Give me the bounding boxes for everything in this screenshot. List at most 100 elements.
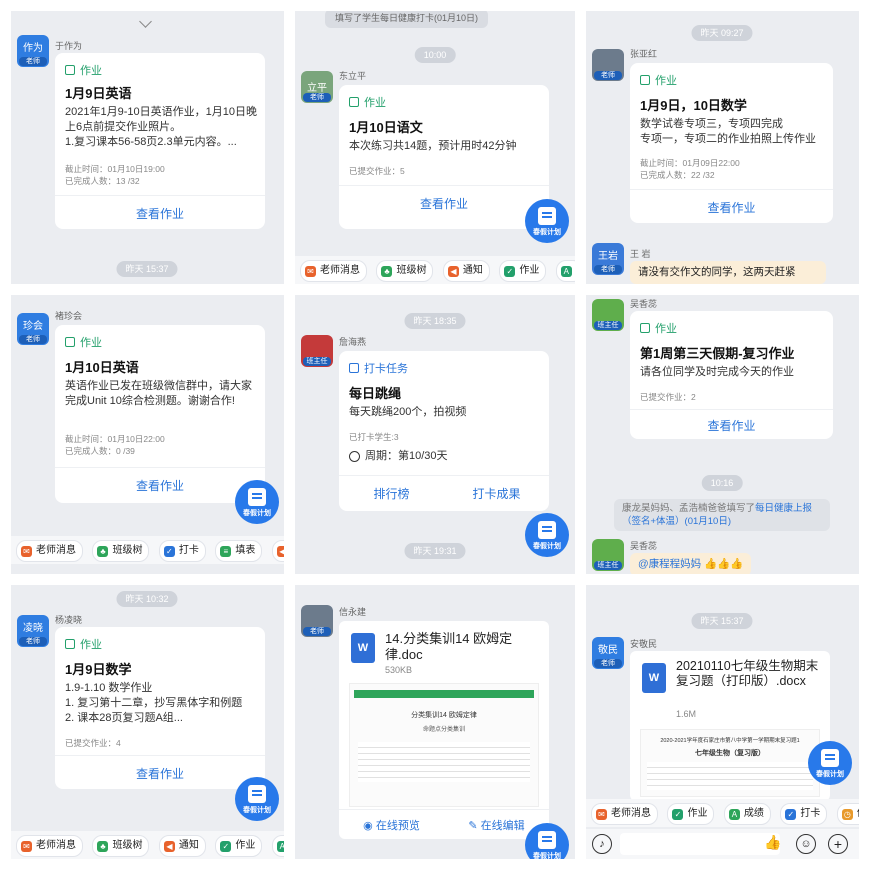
health-checkin-notice[interactable]: 填写了学生每日健康打卡(01月10日) — [325, 11, 489, 28]
toolbar-notice[interactable]: ◀ 通知 — [158, 835, 206, 857]
message-input[interactable] — [620, 833, 780, 855]
document-preview[interactable]: 分类集训14 欧姆定律 命题点分类集训 — [349, 683, 539, 807]
message-icon: ✉ — [305, 266, 316, 277]
toolbar-teacher-message[interactable]: ✉ 老师消息 — [16, 540, 83, 562]
view-homework-button[interactable]: 查看作业 — [630, 199, 833, 216]
word-file-icon: W — [351, 633, 375, 663]
spring-plan-badge[interactable]: 春假计划 — [525, 823, 569, 859]
avatar[interactable]: 班主任 — [301, 335, 333, 367]
doc-title: 分类集训14 欧姆定律 — [411, 712, 477, 719]
toolbar-class-tree[interactable]: ♣ 班级树 — [92, 540, 150, 562]
spring-plan-badge[interactable]: 春假计划 — [235, 480, 279, 524]
avatar[interactable]: 班主任 — [592, 539, 624, 571]
timestamp: 昨天 09:27 — [691, 25, 753, 41]
avatar[interactable]: 老师 — [301, 605, 333, 637]
checkin-results-button[interactable]: 打卡成果 — [444, 485, 549, 502]
view-homework-button[interactable]: 查看作业 — [55, 205, 265, 222]
homework-icon — [65, 639, 75, 649]
leaderboard-button[interactable]: 排行榜 — [339, 485, 444, 502]
toolbar-notice[interactable]: ◀ 通知 — [442, 260, 490, 282]
spring-plan-badge[interactable]: 春假计划 — [235, 777, 279, 821]
file-name: 14.分类集训14 欧姆定律.doc — [385, 631, 513, 662]
card-body: 2021年1月9-10日英语作业，1月10日晚上6点前提交作业照片。 1.复习课… — [65, 106, 257, 148]
toolbar-homework[interactable]: ✓ 作业 — [215, 835, 263, 857]
plus-icon[interactable]: + — [828, 834, 848, 854]
homework-icon — [65, 337, 75, 347]
tree-icon: ♣ — [381, 266, 393, 277]
file-card[interactable]: W 14.分类集训14 欧姆定律.doc 530KB 分类集训14 欧姆定律 命… — [339, 621, 549, 839]
checkin-task-card[interactable]: 打卡任务 每日跳绳 每天跳绳200个，拍视频 已打卡学生:3 周期：第10/30… — [339, 351, 549, 511]
toolbar-checkin[interactable]: ✓ 打卡 — [780, 803, 828, 825]
file-card[interactable]: W 20210110七年级生物期末复习题（打印版）.docx 1.6M 2020… — [630, 651, 830, 801]
timestamp: 昨天 19:31 — [404, 543, 466, 559]
toolbar-class-tree[interactable]: ♣ 班级树 — [376, 260, 434, 282]
toolbar-duty[interactable]: ◷值 — [836, 803, 859, 825]
avatar[interactable]: 敬民 老师 — [592, 637, 624, 669]
avatar[interactable]: 凌晓 老师 — [17, 615, 49, 647]
toolbar-more[interactable]: ◀ — [271, 540, 284, 562]
sender-name: 褚珍会 — [55, 311, 83, 321]
homework-icon — [640, 323, 650, 333]
eye-icon: ◉ — [363, 820, 376, 832]
homework-card[interactable]: 作业 1月10日语文 本次练习共14题，预计用时42分钟 已提交作业：5 查看作… — [339, 85, 549, 229]
collapse-chevron-icon[interactable] — [139, 15, 152, 28]
doc-text-lines — [358, 742, 530, 782]
spring-plan-badge[interactable]: 春假计划 — [525, 199, 569, 243]
card-type: 作业 — [640, 320, 677, 336]
document-preview[interactable]: 2020-2021学年度石家庄市第八中学第一学期期末复习题1 七年级生物（复习版… — [640, 729, 820, 797]
card-type: 作业 — [65, 334, 102, 350]
sender-name: 杨凌晓 — [55, 615, 83, 625]
voice-icon[interactable]: ♪ — [592, 834, 612, 854]
homework-card[interactable]: 作业 1月9日，10日数学 数学试卷专项三，专项四完成 专项一，专项二的作业拍照… — [630, 63, 833, 223]
timestamp: 10:16 — [701, 475, 743, 491]
clock-icon: ◷ — [841, 809, 853, 820]
homework-card[interactable]: 作业 1月9日英语 2021年1月9-10日英语作业，1月10日晚上6点前提交作… — [55, 53, 265, 229]
avatar[interactable]: 班主任 — [592, 299, 624, 331]
thumbs-up-icon[interactable]: 👍 — [764, 834, 781, 851]
avatar[interactable]: 珍会 老师 — [17, 313, 49, 345]
homework-icon — [65, 65, 75, 75]
toolbar-grades[interactable]: A 成绩 — [723, 803, 771, 825]
divider — [630, 189, 833, 190]
timestamp: 昨天 15:37 — [691, 613, 753, 629]
view-homework-button[interactable]: 查看作业 — [55, 765, 265, 782]
spring-plan-badge[interactable]: 春假计划 — [808, 741, 852, 785]
plan-icon — [538, 521, 556, 539]
view-homework-button[interactable]: 查看作业 — [630, 417, 833, 434]
spring-plan-badge[interactable]: 春假计划 — [525, 513, 569, 557]
card-type: 作业 — [65, 636, 102, 652]
message-bubble[interactable]: 请没有交作文的同学，这两天赶紧 — [630, 261, 826, 284]
avatar[interactable]: 立平 老师 — [301, 71, 333, 103]
toolbar-form[interactable]: ≡ 填表 — [215, 540, 263, 562]
toolbar-teacher-message[interactable]: ✉ 老师消息 — [591, 803, 658, 825]
toolbar-more[interactable]: A — [271, 835, 284, 857]
view-homework-button[interactable]: 查看作业 — [339, 195, 549, 212]
megaphone-icon: ◀ — [276, 546, 284, 557]
tree-icon: ♣ — [97, 841, 109, 852]
toolbar-class-tree[interactable]: ♣ 班级树 — [92, 835, 150, 857]
emoji-icon[interactable]: ☺ — [796, 834, 816, 854]
clock-icon — [349, 451, 360, 462]
avatar[interactable]: 作为 老师 — [17, 35, 49, 67]
view-homework-button[interactable]: 查看作业 — [55, 477, 265, 494]
sender-name: 吴香蕊 — [630, 541, 658, 551]
avatar[interactable]: 老师 — [592, 49, 624, 81]
health-report-notice[interactable]: 康龙昊妈妈、孟浩楠爸爸填写了每日健康上报（签名+体温）(01月10日) — [614, 499, 830, 531]
toolbar-teacher-message[interactable]: ✉ 老师消息 — [16, 835, 83, 857]
word-file-icon: W — [642, 663, 666, 693]
divider — [55, 195, 265, 196]
message-icon: ✉ — [21, 546, 32, 557]
message-bubble[interactable]: @康程程妈妈 👍👍👍 — [630, 553, 752, 574]
deadline: 截止时间：01月10日19:00 — [65, 164, 165, 174]
toolbar-checkin[interactable]: ✓ 打卡 — [158, 540, 206, 562]
toolbar-more[interactable]: A — [555, 260, 575, 282]
avatar[interactable]: 王岩 老师 — [592, 243, 624, 275]
preview-online-button[interactable]: ◉ 在线预览 — [339, 817, 444, 833]
homework-card[interactable]: 作业 1月9日数学 1.9-1.10 数学作业 1. 复习第十二章，抄写黑体字和… — [55, 627, 265, 789]
toolbar-homework[interactable]: ✓ 作业 — [499, 260, 547, 282]
quick-toolbar: ✉ 老师消息 ♣ 班级树 ◀ 通知 ✓ 作业 A — [295, 256, 575, 284]
homework-card[interactable]: 作业 第1周第三天假期-复习作业 请各位同学及时完成今天的作业 已提交作业：2 … — [630, 311, 833, 439]
toolbar-teacher-message[interactable]: ✉ 老师消息 — [300, 260, 367, 282]
homework-card[interactable]: 作业 1月10日英语 英语作业已发在班级微信群中，请大家完成Unit 10综合检… — [55, 325, 265, 503]
toolbar-homework[interactable]: ✓ 作业 — [667, 803, 715, 825]
